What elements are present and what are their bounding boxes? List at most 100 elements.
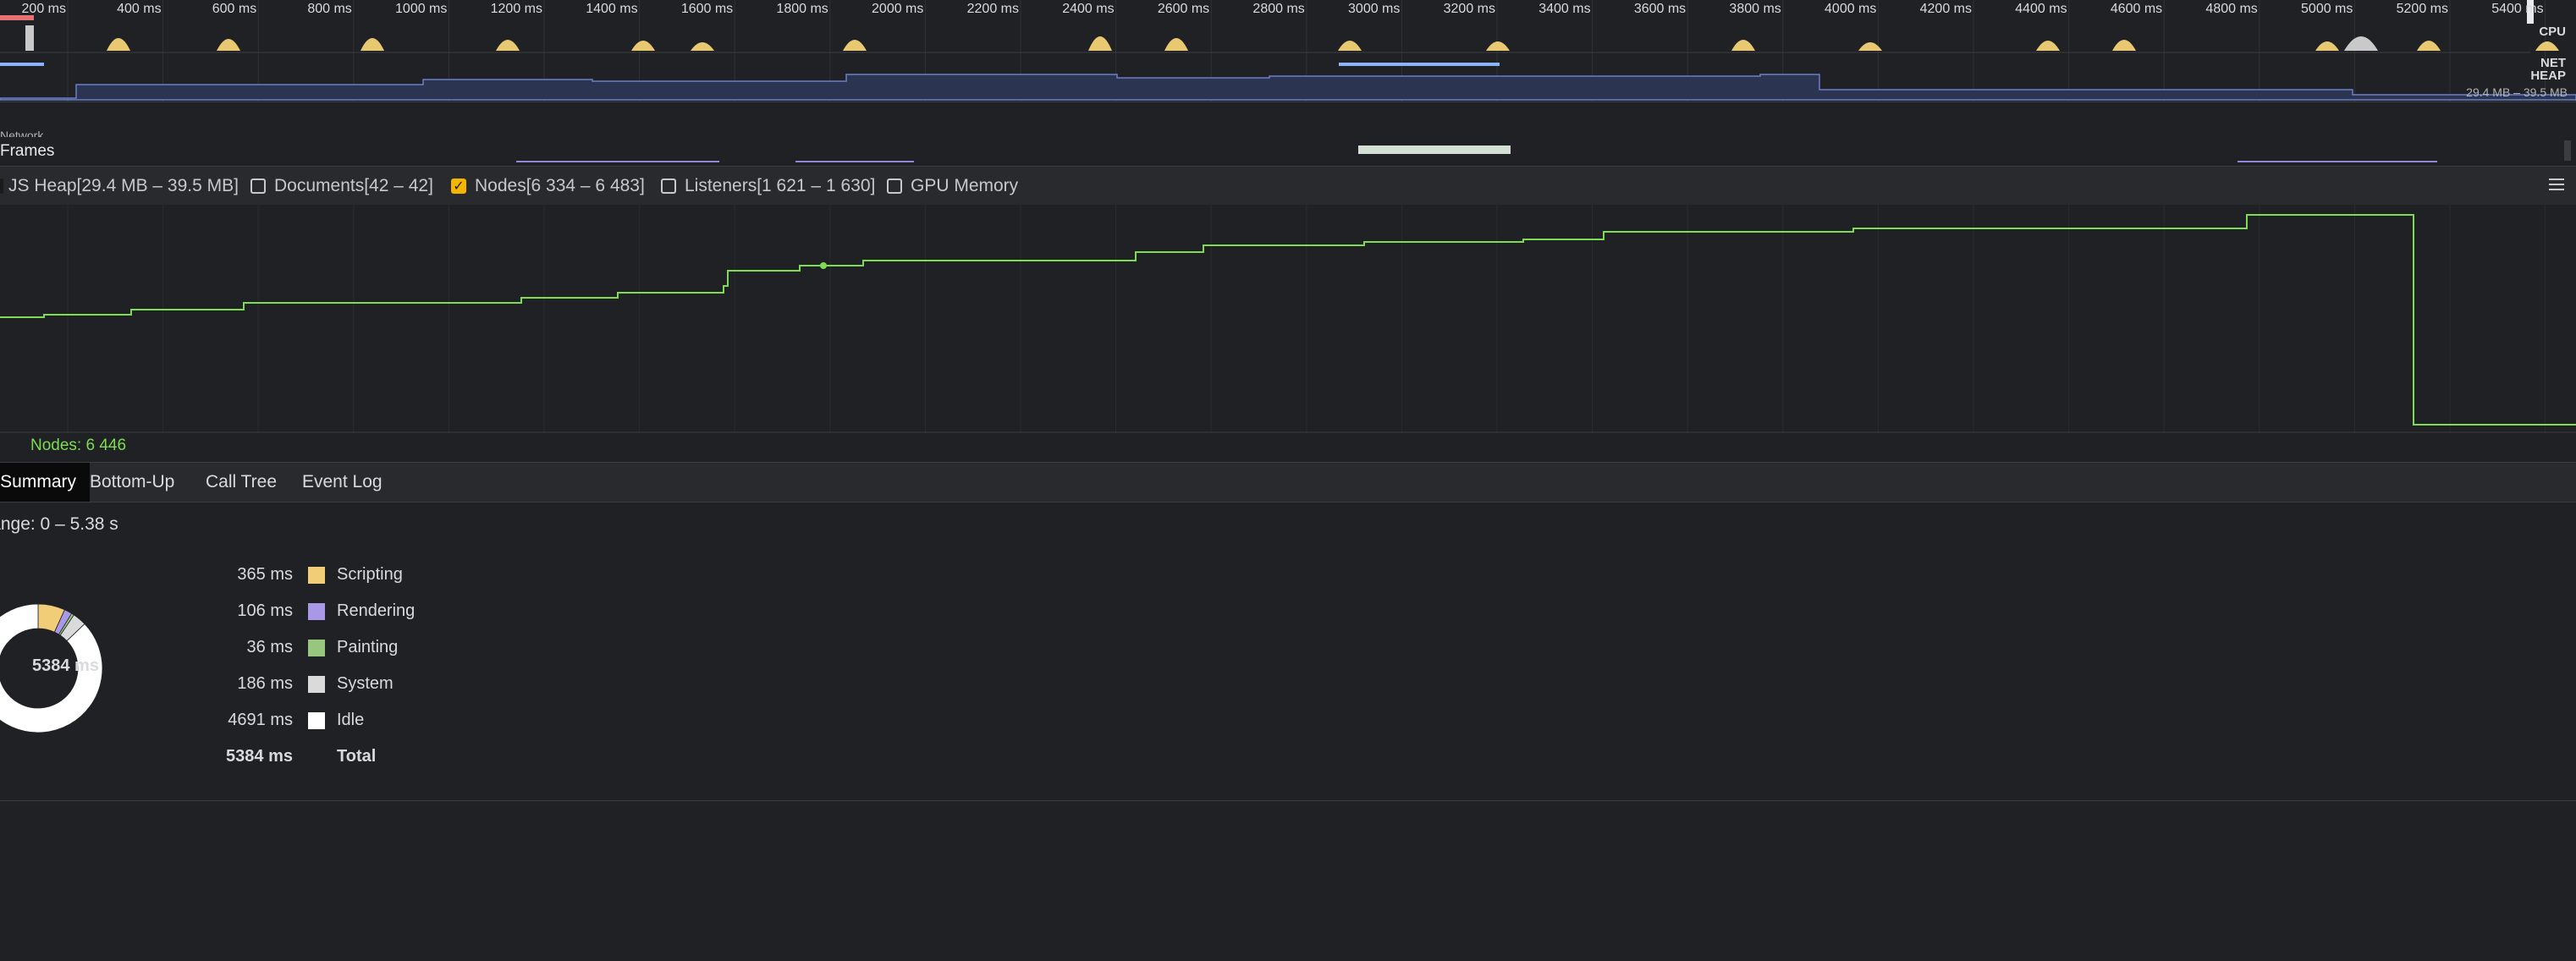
legend-row-scripting: 365 ms Scripting [0,565,474,590]
tick-label: 3400 ms [1538,2,1591,16]
cpu-activity-mark [1731,40,1755,51]
counter-listeners-label: Listeners[1 621 – 1 630] [685,176,876,195]
checkbox-gpu-memory[interactable] [887,178,902,194]
tick-label: 1000 ms [395,2,448,16]
total-label: Total [337,747,377,766]
summary-divider [0,800,2576,801]
tick-label: 2600 ms [1157,2,1210,16]
cpu-system-mark [0,25,34,51]
legend-row-total: 5384 ms Total [0,747,474,772]
tick-label: 3600 ms [1633,2,1687,16]
cpu-activity-mark [691,42,714,51]
cpu-activity-mark [107,38,130,51]
counter-js-heap[interactable]: JS Heap[29.4 MB – 39.5 MB] [0,167,242,206]
counter-listeners[interactable]: Listeners[1 621 – 1 630] [652,167,878,206]
counter-js-heap-label: JS Heap[29.4 MB – 39.5 MB] [8,176,239,195]
tab-call-tree[interactable]: Call Tree [206,463,277,502]
cpu-system-mark [2344,36,2378,51]
counter-gpu-memory-label: GPU Memory [911,176,1019,195]
cpu-activity-mark [2036,41,2060,51]
net-request-bar [1339,63,1500,66]
legend-row-idle: 4691 ms Idle [0,711,474,736]
total-value: 5384 ms [226,747,293,766]
frames-markers [516,140,2571,162]
tab-summary[interactable]: Summary [0,463,90,502]
range-label: Range: 0 – 5.38 s [0,514,118,534]
system-label: System [337,674,394,693]
tick-label: 5400 ms [2491,2,2544,16]
counter-nodes-label: Nodes[6 334 – 6 483] [475,176,645,195]
nodes-plot[interactable] [0,205,2576,433]
painting-label: Painting [337,638,399,656]
tick-label: 4800 ms [2205,2,2258,16]
heap-range: 29.4 MB – 39.5 MB [2466,85,2568,99]
idle-swatch [308,712,325,729]
tick-label: 1600 ms [680,2,734,16]
tick-label: 2800 ms [1252,2,1305,16]
legend-row-painting: 36 ms Painting [0,638,474,663]
tick-label: 400 ms [117,2,162,16]
tick-label: 1200 ms [490,2,542,16]
cpu-activity-mark [2112,40,2136,51]
cpu-activity-mark [1164,38,1188,51]
tick-label: 3200 ms [1443,2,1495,16]
checkbox-nodes[interactable]: ✓ [451,178,466,194]
timeline-overview[interactable]: 200 ms 400 ms 600 ms 800 ms 1000 ms 1200 ms 14… [0,0,2576,102]
rendering-swatch [308,603,325,620]
cpu-activity-mark [496,40,520,51]
menu-icon[interactable] [2549,178,2564,192]
checkbox-listeners[interactable] [661,178,676,194]
cpu-label: CPU [2539,25,2566,39]
tab-bottom-up[interactable]: Bottom-Up [90,463,174,502]
tick-label: 5000 ms [2301,2,2353,16]
tick-label: 4600 ms [2110,2,2163,16]
system-swatch [308,676,325,693]
nodes-chart [0,205,2576,433]
cpu-activity-mark [1088,36,1112,51]
legend-row-rendering: 106 ms Rendering [0,601,474,627]
rendering-label: Rendering [337,601,416,620]
cpu-activity-mark [361,38,384,51]
checkbox-js-heap[interactable] [0,178,3,194]
cpu-activity-mark [1486,41,1510,51]
tab-event-log[interactable]: Event Log [302,463,383,502]
painting-swatch [308,640,325,656]
counter-documents[interactable]: Documents[42 – 42] [242,167,443,206]
counter-documents-label: Documents[42 – 42] [274,176,433,195]
scripting-swatch [308,567,325,584]
heap-area [0,74,2576,101]
idle-label: Idle [337,711,365,729]
cpu-activity-mark [631,41,655,51]
checkbox-documents[interactable] [250,178,266,194]
cpu-activity-mark [2417,41,2441,51]
net-label: NET [2540,56,2566,70]
tick-label: 4000 ms [1825,2,1877,16]
tick-label: 800 ms [307,2,352,16]
tick-label: 2200 ms [966,2,1019,16]
system-value: 186 ms [237,674,293,693]
heap-label: HEAP [2530,69,2566,83]
tick-label: 1800 ms [776,2,828,16]
tick-label: 4200 ms [1919,2,1972,16]
nodes-series-line [0,214,2576,426]
counters-bar: JS Heap[29.4 MB – 39.5 MB] Documents[42 … [0,166,2576,206]
painting-value: 36 ms [246,638,293,656]
nodes-cursor-point [820,262,827,269]
tick-label: 5200 ms [2396,2,2448,16]
tick-label: 1400 ms [586,2,638,16]
cpu-activity-mark [1338,41,1362,51]
frames-track[interactable] [0,137,2576,166]
scripting-label: Scripting [337,565,403,584]
tick-label: 4400 ms [2015,2,2067,16]
net-request-bar [0,63,44,66]
idle-value: 4691 ms [228,711,293,729]
cpu-activity-mark [843,40,867,51]
counter-nodes[interactable]: ✓ Nodes[6 334 – 6 483] [443,167,652,206]
rendering-value: 106 ms [237,601,293,620]
counter-gpu-memory[interactable]: GPU Memory [878,167,1026,206]
network-track-label[interactable]: Network [0,129,43,137]
tick-label: 600 ms [212,2,257,16]
frames-track-label[interactable]: Frames [0,142,54,161]
tick-label: 200 ms [21,2,66,16]
details-tabs: Summary Bottom-Up Call Tree Event Log [0,462,2576,502]
